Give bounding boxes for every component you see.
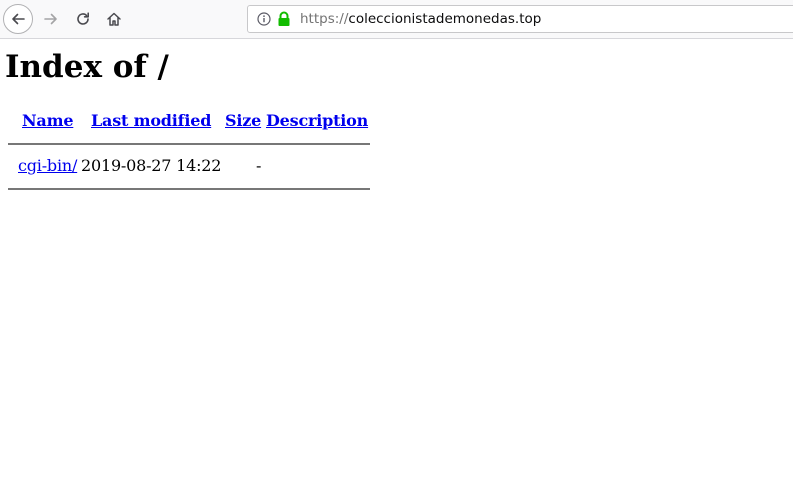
home-icon [107,12,121,26]
last-modified-value: 2019-08-27 14:22 [81,156,222,175]
address-bar[interactable]: https://coleccionistademonedas.top [247,5,793,33]
arrow-left-icon [12,13,25,25]
home-button[interactable] [101,6,127,32]
info-icon[interactable] [257,12,271,26]
url-text[interactable]: https://coleccionistademonedas.top [300,12,541,27]
forward-button[interactable] [38,6,64,32]
table-row: cgi-bin/ 2019-08-27 14:22 - [8,156,370,178]
directory-listing-table: Name Last modified Size Description cgi-… [8,102,370,197]
browser-toolbar: https://coleccionistademonedas.top [0,0,793,39]
reload-icon [77,12,89,25]
file-link-cgi-bin[interactable]: cgi-bin/ [18,156,77,175]
lock-icon[interactable] [277,11,291,27]
column-header-size[interactable]: Size [225,111,261,130]
size-value: - [256,156,262,175]
table-divider-bottom [8,188,370,190]
url-scheme: https:// [300,11,349,27]
column-header-name[interactable]: Name [22,111,74,130]
table-divider-top [8,143,370,145]
arrow-right-icon [44,13,57,25]
column-header-last-modified[interactable]: Last modified [91,111,211,130]
column-header-description[interactable]: Description [266,111,368,130]
page-title: Index of / [5,49,169,85]
url-host: coleccionistademonedas.top [348,11,542,27]
back-button[interactable] [3,4,33,34]
reload-button[interactable] [70,6,96,32]
